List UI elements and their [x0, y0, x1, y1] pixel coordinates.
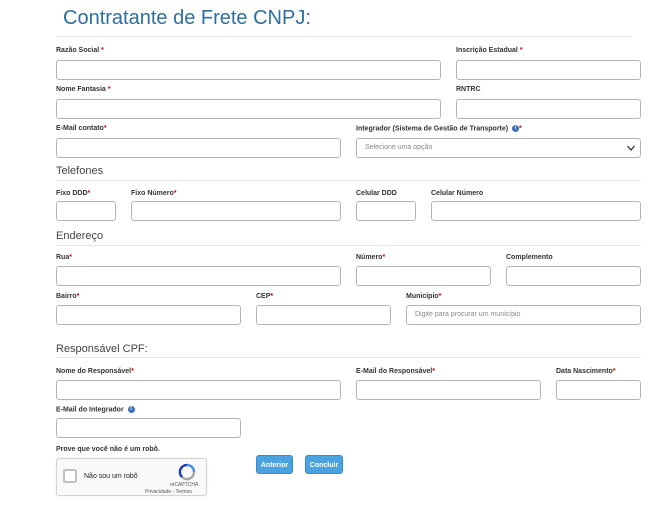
- cep-input[interactable]: [256, 305, 391, 325]
- integrador-selected-value: Selecione uma opção: [365, 144, 433, 151]
- rua-input[interactable]: [56, 266, 341, 286]
- recaptcha-widget: Não sou um robô reCAPTCHA Privacidade - …: [56, 458, 207, 496]
- complemento-input[interactable]: [506, 266, 641, 286]
- fixo-ddd-label: Fixo DDD*: [56, 190, 91, 197]
- nome-fantasia-label: Nome Fantasia *: [56, 86, 111, 93]
- rntrc-input[interactable]: [456, 99, 641, 119]
- municipio-input[interactable]: Digite para procurar um município: [406, 305, 641, 325]
- bairro-input[interactable]: [56, 305, 241, 325]
- integrador-select[interactable]: Selecione uma opção: [356, 138, 641, 158]
- cep-label: CEP*: [256, 293, 274, 300]
- nome-responsavel-label: Nome do Responsável*: [56, 368, 134, 375]
- email-contato-label: E-Mail contato*: [56, 125, 107, 132]
- endereco-divider: [56, 245, 641, 246]
- email-responsavel-label: E-Mail do Responsável*: [356, 368, 435, 375]
- recaptcha-label: Não sou um robô: [84, 473, 138, 480]
- municipio-placeholder: Digite para procurar um município: [415, 311, 521, 318]
- razao-social-input[interactable]: [56, 60, 441, 80]
- recaptcha-logo-icon: [178, 463, 196, 481]
- municipio-label: Município*: [406, 293, 442, 300]
- data-nascimento-input[interactable]: [556, 380, 641, 400]
- telefones-divider: [56, 180, 641, 181]
- inscricao-estadual-label: Inscrição Estadual *: [456, 47, 523, 54]
- email-responsavel-input[interactable]: [356, 380, 541, 400]
- nome-fantasia-input[interactable]: [56, 99, 441, 119]
- complemento-label: Complemento: [506, 254, 553, 261]
- endereco-heading: Endereço: [56, 230, 104, 242]
- chevron-down-icon: [627, 145, 635, 151]
- numero-input[interactable]: [356, 266, 491, 286]
- celular-numero-label: Celular Número: [431, 190, 484, 197]
- telefones-heading: Telefones: [56, 165, 104, 177]
- recaptcha-brand: reCAPTCHA: [170, 482, 199, 488]
- email-contato-input[interactable]: [56, 138, 341, 158]
- recaptcha-checkbox[interactable]: [63, 469, 77, 483]
- celular-ddd-input[interactable]: [356, 201, 416, 221]
- captcha-prompt: Prove que você não é um robô.: [56, 446, 160, 453]
- info-icon[interactable]: i: [512, 125, 520, 132]
- responsavel-divider: [56, 357, 641, 358]
- integrador-label: Integrador (Sistema de Gestão de Transpo…: [356, 125, 522, 133]
- fixo-numero-input[interactable]: [131, 201, 341, 221]
- fixo-ddd-input[interactable]: [56, 201, 116, 221]
- info-icon[interactable]: i: [127, 406, 135, 413]
- nome-responsavel-input[interactable]: [56, 380, 341, 400]
- numero-label: Número*: [356, 254, 386, 261]
- email-integrador-label: E-Mail do Integrador i: [56, 406, 135, 413]
- responsavel-heading: Responsável CPF:: [56, 343, 148, 355]
- celular-ddd-label: Celular DDD: [356, 190, 397, 197]
- anterior-button[interactable]: Anterior: [256, 455, 293, 474]
- rntrc-label: RNTRC: [456, 86, 481, 93]
- rua-label: Rua*: [56, 254, 72, 261]
- fixo-numero-label: Fixo Número*: [131, 190, 177, 197]
- celular-numero-input[interactable]: [431, 201, 641, 221]
- data-nascimento-label: Data Nascimento*: [556, 368, 616, 375]
- page-title: Contratante de Frete CNPJ:: [63, 7, 311, 29]
- recaptcha-links[interactable]: Privacidade - Termos: [145, 489, 192, 495]
- inscricao-estadual-input[interactable]: [456, 60, 641, 80]
- bairro-label: Bairro*: [56, 293, 80, 300]
- title-divider: [56, 36, 632, 37]
- email-integrador-input[interactable]: [56, 418, 241, 438]
- razao-social-label: Razão Social *: [56, 47, 104, 54]
- concluir-button[interactable]: Concluir: [305, 455, 343, 474]
